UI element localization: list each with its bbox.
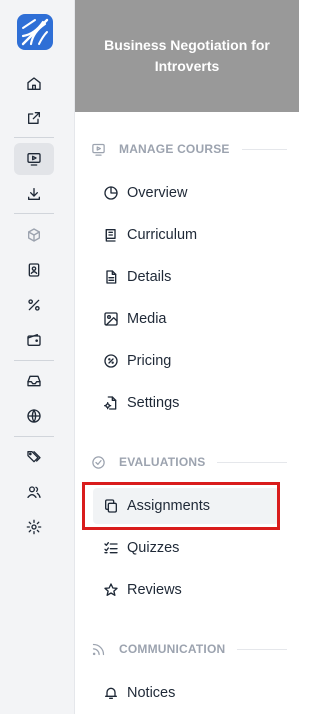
globe-icon[interactable]: [14, 400, 54, 432]
file-text-icon: [106, 270, 117, 284]
section-communication: COMMUNICATION: [91, 640, 287, 658]
monitor-play-icon: [92, 143, 105, 156]
contact-card-icon[interactable]: [14, 254, 54, 286]
course-panel: Business Negotiation for Introverts MANA…: [75, 0, 299, 714]
icon-rail: [0, 0, 75, 714]
file-settings-icon: [104, 396, 117, 410]
app-logo[interactable]: [17, 14, 53, 50]
image-icon: [104, 312, 118, 326]
nav-item-details[interactable]: Details: [93, 259, 279, 295]
nav-item-settings[interactable]: Settings: [93, 385, 279, 421]
nav-label: Details: [127, 269, 172, 285]
section-divider: [217, 461, 287, 463]
nav-item-media[interactable]: Media: [93, 301, 279, 337]
rail-divider: [14, 213, 54, 214]
nav-item-overview[interactable]: Overview: [93, 175, 279, 211]
section-divider: [241, 148, 287, 150]
monitor-play-icon[interactable]: [14, 143, 54, 175]
rail-divider: [14, 137, 54, 138]
wallet-icon[interactable]: [14, 324, 54, 356]
section-label: COMMUNICATION: [119, 642, 226, 656]
nav-label: Overview: [127, 185, 188, 201]
tag-badge-icon: [104, 354, 118, 368]
package-icon[interactable]: [14, 219, 54, 251]
section-label: MANAGE COURSE: [119, 142, 230, 156]
course-header: Business Negotiation for Introverts: [75, 0, 299, 112]
inbox-icon[interactable]: [14, 365, 54, 397]
rail-divider: [14, 436, 54, 437]
section-evaluations: EVALUATIONS: [91, 453, 287, 471]
pie-chart-icon: [104, 186, 118, 200]
nav-label: Settings: [127, 395, 180, 411]
nav-label: Notices: [127, 685, 176, 701]
nav-item-quizzes[interactable]: Quizzes: [93, 530, 279, 566]
nav-item-pricing[interactable]: Pricing: [93, 343, 279, 379]
section-manage-course: MANAGE COURSE: [91, 140, 287, 158]
nav-label: Pricing: [127, 353, 172, 369]
download-icon[interactable]: [14, 178, 54, 210]
nav-item-notices[interactable]: Notices: [93, 675, 279, 711]
nav-item-reviews[interactable]: Reviews: [93, 572, 279, 608]
check-circle-icon: [92, 455, 105, 469]
nav-label: Reviews: [127, 582, 182, 598]
nav-label: Quizzes: [127, 540, 180, 556]
star-icon: [104, 583, 118, 596]
course-title: Business Negotiation for Introverts: [104, 37, 270, 74]
nav-label: Media: [127, 311, 167, 327]
rss-icon: [92, 643, 105, 655]
list-check-icon: [104, 542, 118, 554]
bell-icon: [105, 687, 117, 699]
rail-divider: [14, 360, 54, 361]
copy-icon: [105, 499, 117, 513]
nav-label: Assignments: [127, 498, 211, 514]
section-label: EVALUATIONS: [119, 455, 206, 469]
users-icon[interactable]: [14, 476, 54, 508]
percent-icon[interactable]: [14, 289, 54, 321]
home-icon[interactable]: [14, 68, 54, 100]
nav-item-curriculum[interactable]: Curriculum: [93, 217, 279, 253]
external-link-icon[interactable]: [14, 102, 54, 134]
gear-icon[interactable]: [14, 511, 54, 543]
section-divider: [237, 648, 287, 650]
book-icon: [105, 229, 116, 242]
nav-label: Curriculum: [127, 227, 198, 243]
nav-item-assignments[interactable]: Assignments: [93, 488, 279, 524]
tags-icon[interactable]: [14, 441, 54, 473]
